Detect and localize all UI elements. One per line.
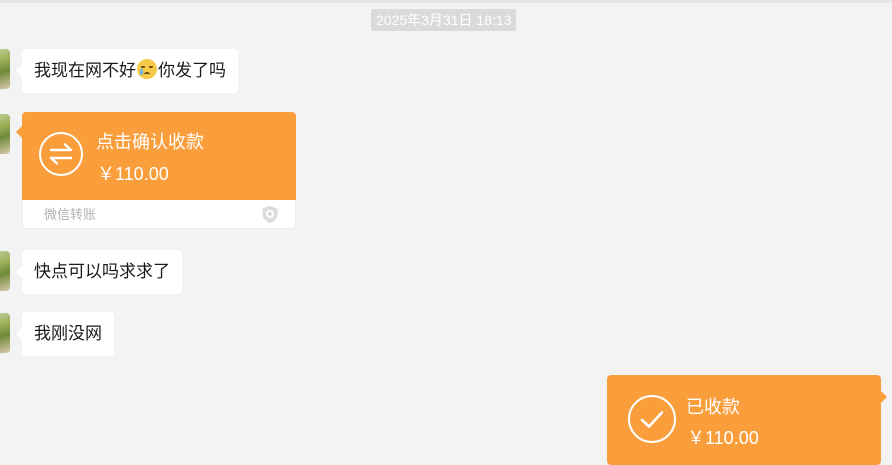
chat-timestamp: 2025年3月31日 18:13 <box>371 9 517 31</box>
transfer-title: 点击确认收款 <box>96 132 204 152</box>
message-text: 我现在网不好 <box>34 61 136 80</box>
transfer-title: 已收款 <box>686 397 740 417</box>
check-icon <box>628 395 676 443</box>
transfer-card-footer: 微信转账 <box>22 200 296 229</box>
transfer-footer-label: 微信转账 <box>44 207 97 222</box>
top-border <box>0 0 892 3</box>
message-text: 你发了吗 <box>158 61 226 80</box>
avatar[interactable] <box>0 49 10 89</box>
transfer-card-header: 点击确认收款 ￥110.00 <box>22 112 296 200</box>
transfer-amount: ￥110.00 <box>97 164 169 184</box>
avatar[interactable] <box>0 313 10 353</box>
message-text: 快点可以吗求求了 <box>34 262 170 281</box>
wechat-pay-shield-icon <box>262 206 278 223</box>
message-text: 我刚没网 <box>34 324 102 343</box>
message-bubble[interactable]: 快点可以吗求求了 <box>16 250 182 294</box>
message-bubble[interactable]: 我刚没网 <box>16 312 114 356</box>
transfer-amount: ￥110.00 <box>687 428 759 448</box>
crying-face-emoji-icon <box>137 59 157 79</box>
transfer-card-header: 已收款 ￥110.00 <box>607 375 881 465</box>
avatar[interactable] <box>0 114 10 154</box>
transfer-arrows-icon <box>39 132 83 176</box>
avatar[interactable] <box>0 251 10 291</box>
message-bubble[interactable]: 我现在网不好 你发了吗 <box>16 49 238 93</box>
transfer-request-card[interactable]: 点击确认收款 ￥110.00 微信转账 <box>16 112 296 229</box>
transfer-received-card[interactable]: 已收款 ￥110.00 <box>607 375 887 465</box>
